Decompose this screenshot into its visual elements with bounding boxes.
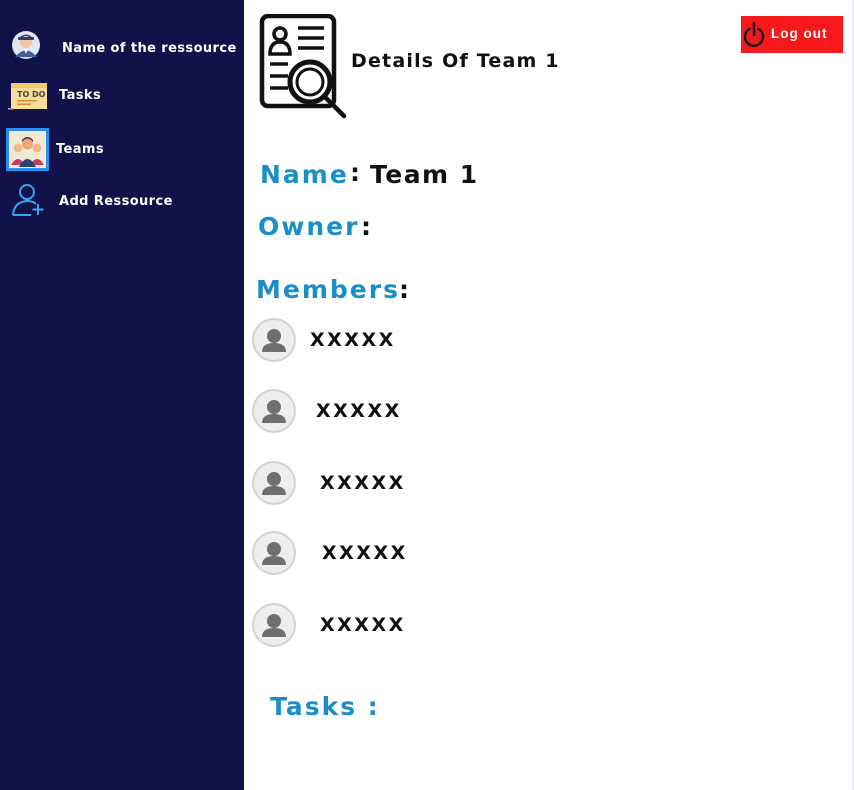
sidebar-item-label: Teams xyxy=(56,142,105,157)
member-name: XXXXX xyxy=(316,400,402,422)
todo-note-icon: TO DO xyxy=(8,83,47,110)
sidebar-item-label: Name of the ressource xyxy=(62,41,237,56)
owner-colon: : xyxy=(361,212,371,241)
members-label: Members xyxy=(256,275,400,304)
member-name: XXXXX xyxy=(320,614,406,636)
avatar-icon xyxy=(252,531,296,575)
member-item[interactable]: XXXXX xyxy=(250,603,550,651)
page-title: Details Of Team 1 xyxy=(351,50,560,72)
sidebar: Name of the ressource TO DO Tasks Teams … xyxy=(0,0,244,790)
logout-button[interactable]: Log out xyxy=(741,16,843,53)
member-name: XXXXX xyxy=(310,329,396,351)
name-label: Name xyxy=(260,160,349,189)
name-colon: : xyxy=(350,158,360,187)
avatar-icon xyxy=(252,461,296,505)
active-indicator xyxy=(6,128,49,171)
member-item[interactable]: XXXXX xyxy=(250,318,550,366)
logout-label: Log out xyxy=(771,26,828,41)
member-name: XXXXX xyxy=(320,472,406,494)
document-search-icon xyxy=(259,14,347,119)
member-item[interactable]: XXXXX xyxy=(250,461,550,509)
svg-text:TO DO: TO DO xyxy=(17,90,46,99)
member-item[interactable]: XXXXX xyxy=(250,531,550,579)
avatar-icon xyxy=(252,603,296,647)
sidebar-item-label: Add Ressource xyxy=(59,194,173,209)
members-colon: : xyxy=(399,275,409,304)
owner-label: Owner xyxy=(258,212,360,241)
avatar-icon xyxy=(252,318,296,362)
user-avatar-icon xyxy=(12,31,40,59)
power-icon xyxy=(743,21,765,47)
team-name-value: Team 1 xyxy=(370,160,479,189)
tasks-label: Tasks : xyxy=(270,692,380,721)
avatar-icon xyxy=(252,389,296,433)
team-icon xyxy=(9,131,46,168)
member-item[interactable]: XXXXX xyxy=(250,389,550,437)
add-user-icon xyxy=(12,184,44,216)
member-name: XXXXX xyxy=(322,542,408,564)
sidebar-item-label: Tasks xyxy=(59,88,102,103)
